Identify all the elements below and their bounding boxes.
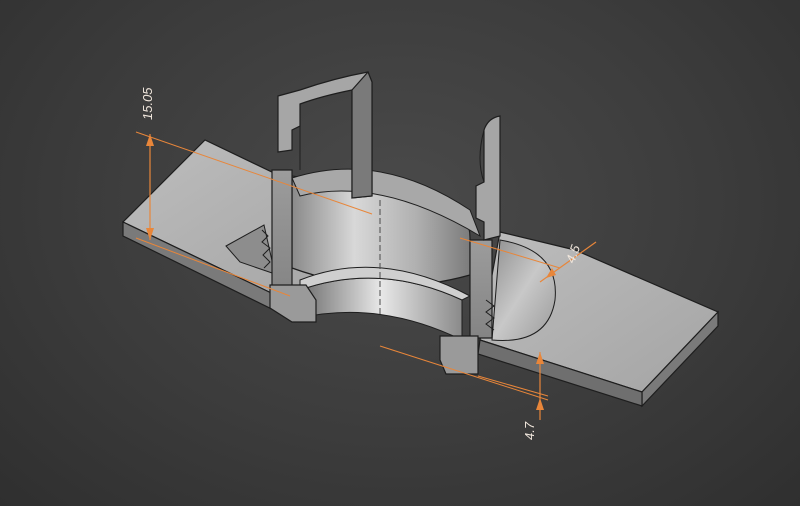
right-clip[interactable] <box>475 115 501 241</box>
3d-viewport[interactable]: 15.05 4.5 4.7 <box>0 0 800 506</box>
dimension-base-label: 4.7 <box>522 421 537 440</box>
dimension-height-label: 15.05 <box>140 87 155 120</box>
main-cylinder[interactable] <box>269 168 495 375</box>
cad-model-scene[interactable]: 15.05 4.5 4.7 <box>0 0 800 506</box>
